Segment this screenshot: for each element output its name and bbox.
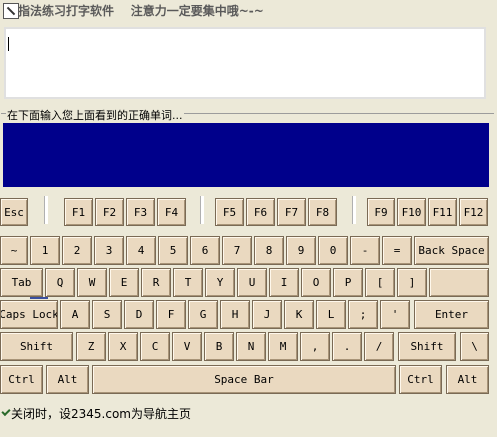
key-f6[interactable]: F6: [246, 198, 275, 226]
key-o[interactable]: O: [301, 268, 331, 297]
key-tilde[interactable]: ~: [0, 236, 28, 265]
key-2[interactable]: 2: [62, 236, 92, 265]
key-3[interactable]: 3: [94, 236, 124, 265]
input-group-label: 在下面输入您上面看到的正确单词...: [6, 107, 184, 123]
key-g[interactable]: G: [188, 300, 218, 329]
key-right-bracket[interactable]: ]: [397, 268, 427, 297]
key-d[interactable]: D: [124, 300, 154, 329]
key-quote[interactable]: ': [380, 300, 410, 329]
key-left-bracket[interactable]: [: [365, 268, 395, 297]
key-w[interactable]: W: [77, 268, 107, 297]
key-l[interactable]: L: [316, 300, 346, 329]
key-m[interactable]: M: [268, 332, 298, 361]
key-a[interactable]: A: [60, 300, 90, 329]
key-left-alt[interactable]: Alt: [46, 365, 89, 394]
key-caps-lock[interactable]: Caps Lock: [0, 300, 58, 329]
separator: [44, 196, 48, 224]
key-f[interactable]: F: [156, 300, 186, 329]
key-right-shift[interactable]: Shift: [398, 332, 456, 361]
key-f8[interactable]: F8: [308, 198, 337, 226]
key-right-ctrl[interactable]: Ctrl: [399, 365, 442, 394]
app-icon[interactable]: [3, 3, 19, 19]
key-i[interactable]: I: [269, 268, 299, 297]
key-esc[interactable]: Esc: [0, 198, 28, 226]
key-tab[interactable]: Tab: [0, 268, 43, 297]
key-6[interactable]: 6: [190, 236, 220, 265]
key-f2[interactable]: F2: [95, 198, 124, 226]
key-slash[interactable]: /: [364, 332, 394, 361]
key-k[interactable]: K: [284, 300, 314, 329]
key-9[interactable]: 9: [286, 236, 316, 265]
text-caret: [8, 37, 9, 51]
key-f5[interactable]: F5: [215, 198, 244, 226]
key-f9[interactable]: F9: [367, 198, 395, 226]
key-u[interactable]: U: [237, 268, 267, 297]
key-j[interactable]: J: [252, 300, 282, 329]
key-left-ctrl[interactable]: Ctrl: [0, 365, 43, 394]
key-comma[interactable]: ,: [300, 332, 330, 361]
typing-input[interactable]: [3, 123, 489, 187]
focus-indicator: [30, 297, 48, 299]
key-semicolon[interactable]: ;: [348, 300, 378, 329]
key-period[interactable]: .: [332, 332, 362, 361]
key-equals[interactable]: =: [382, 236, 412, 265]
key-y[interactable]: Y: [205, 268, 235, 297]
key-5[interactable]: 5: [158, 236, 188, 265]
key-0[interactable]: 0: [318, 236, 348, 265]
key-r[interactable]: R: [141, 268, 171, 297]
key-q[interactable]: Q: [45, 268, 75, 297]
key-f11[interactable]: F11: [428, 198, 457, 226]
key-e[interactable]: E: [109, 268, 139, 297]
key-f12[interactable]: F12: [459, 198, 488, 226]
key-f1[interactable]: F1: [64, 198, 93, 226]
key-f7[interactable]: F7: [277, 198, 306, 226]
key-left-shift[interactable]: Shift: [0, 332, 73, 361]
separator: [352, 196, 356, 224]
key-f10[interactable]: F10: [397, 198, 426, 226]
key-8[interactable]: 8: [254, 236, 284, 265]
key-minus[interactable]: -: [350, 236, 380, 265]
homepage-option-label[interactable]: 关闭时，设2345.com为导航主页: [11, 405, 191, 422]
key-backslash[interactable]: \: [460, 332, 489, 361]
key-1[interactable]: 1: [30, 236, 60, 265]
key-v[interactable]: V: [172, 332, 202, 361]
key-s[interactable]: S: [92, 300, 122, 329]
checkmark-icon[interactable]: [1, 406, 11, 417]
key-b[interactable]: B: [204, 332, 234, 361]
key-p[interactable]: P: [333, 268, 363, 297]
key-space-bar[interactable]: Space Bar: [92, 365, 396, 394]
key-7[interactable]: 7: [222, 236, 252, 265]
key-4[interactable]: 4: [126, 236, 156, 265]
key-f3[interactable]: F3: [126, 198, 155, 226]
key-t[interactable]: T: [173, 268, 203, 297]
key-right-alt[interactable]: Alt: [446, 365, 489, 394]
key-enter-top[interactable]: [429, 268, 489, 297]
target-word-display: [4, 27, 486, 99]
key-c[interactable]: C: [140, 332, 170, 361]
key-f4[interactable]: F4: [157, 198, 186, 226]
separator: [200, 196, 204, 224]
key-h[interactable]: H: [220, 300, 250, 329]
key-enter[interactable]: Enter: [414, 300, 489, 329]
key-z[interactable]: Z: [76, 332, 106, 361]
key-x[interactable]: X: [108, 332, 138, 361]
key-backspace[interactable]: Back Space: [414, 236, 489, 265]
window-title: 指法练习打字软件 注意力一定要集中哦~-~: [18, 4, 264, 18]
key-n[interactable]: N: [236, 332, 266, 361]
